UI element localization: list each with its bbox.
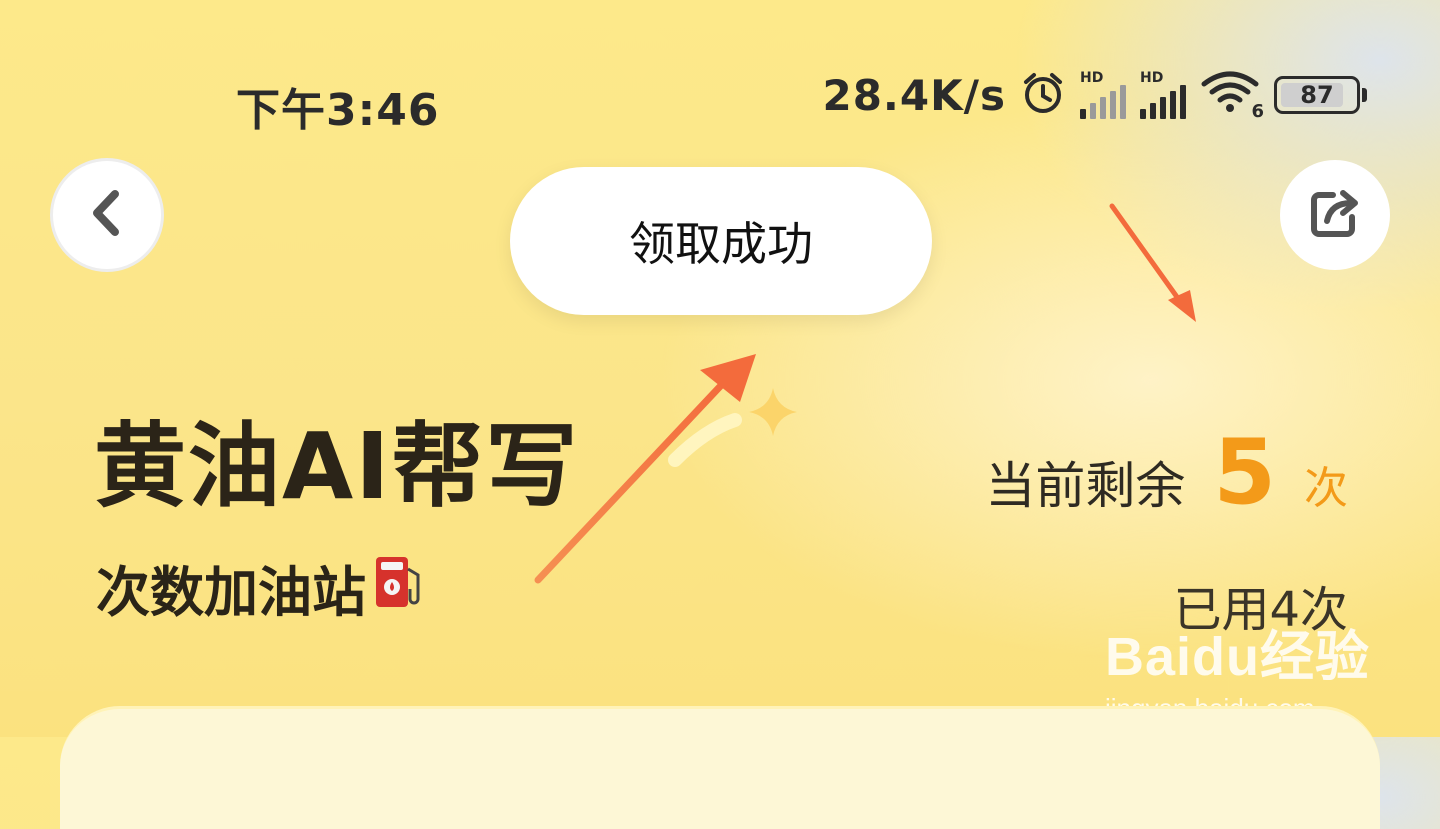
toast-message: 领取成功 — [510, 167, 932, 315]
status-icons: 28.4K/s HD HD 6 87 — [822, 70, 1367, 122]
content-card — [60, 706, 1380, 829]
wifi-label: 6 — [1251, 101, 1264, 122]
battery-level: 87 — [1300, 81, 1334, 109]
remaining-count: 当前剩余 5 次 — [985, 420, 1348, 525]
signal-icon: HD — [1080, 71, 1126, 119]
fuel-pump-icon — [372, 551, 426, 624]
back-button[interactable] — [50, 158, 164, 272]
watermark-logo: Baidu经验 — [1105, 627, 1371, 687]
remaining-value: 5 — [1213, 420, 1276, 525]
sparkle-icon — [665, 380, 805, 474]
wifi-icon: 6 — [1200, 70, 1264, 122]
share-button[interactable] — [1280, 160, 1390, 270]
status-time: 下午3:46 — [236, 85, 440, 136]
net-speed: 28.4K/s — [822, 70, 1006, 120]
subtitle: 次数加油站 — [96, 548, 426, 627]
subtitle-text: 次数加油站 — [96, 561, 366, 624]
chevron-left-icon — [87, 188, 127, 242]
battery-icon: 87 — [1274, 76, 1367, 114]
arrow-to-share — [1109, 203, 1196, 322]
page-title: 黄油AI帮写 — [94, 413, 580, 520]
share-icon — [1305, 183, 1365, 247]
remaining-unit: 次 — [1304, 463, 1348, 514]
signal-icon: HD — [1140, 71, 1186, 119]
alarm-icon — [1020, 70, 1066, 120]
remaining-label: 当前剩余 — [985, 457, 1186, 515]
